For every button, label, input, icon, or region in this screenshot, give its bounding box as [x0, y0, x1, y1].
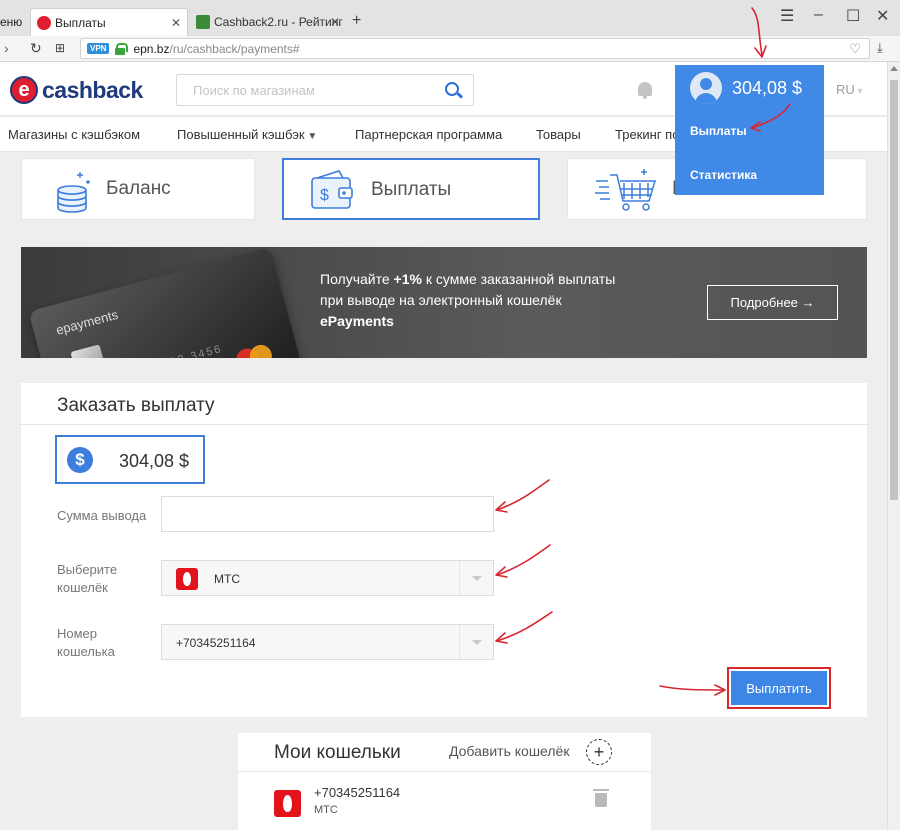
promo-line-3: ePayments	[320, 313, 394, 329]
close-tab-icon[interactable]: ✕	[330, 15, 340, 29]
url-path: /ru/cashback/payments#	[169, 41, 300, 56]
cashback2-favicon-icon	[196, 15, 210, 29]
bell-icon[interactable]	[638, 82, 652, 99]
card-brand: epayments	[54, 306, 120, 338]
store-search	[176, 74, 474, 106]
scrollbar-thumb[interactable]	[890, 80, 898, 500]
nav-item-products[interactable]: Товары	[536, 127, 581, 142]
wallet-number-value: +70345251164	[176, 636, 256, 650]
wallet-number: +70345251164	[314, 785, 401, 800]
card-balance-label: Баланс	[106, 178, 171, 199]
tab-payouts[interactable]: Выплаты ✕	[30, 8, 188, 36]
nav-item-stores[interactable]: Магазины с кэшбэком	[8, 127, 140, 142]
mts-logo-icon	[176, 568, 198, 590]
account-balance[interactable]: 304,08 $	[732, 78, 802, 99]
tab-cashback2[interactable]: Cashback2.ru - Рейтинг л ✕	[192, 8, 344, 36]
card-payouts-label: Выплаты	[371, 179, 452, 200]
promo-banner: epayments 5376 8012 3456 Получайте +1% к…	[21, 247, 867, 358]
logo-mark: e	[10, 76, 38, 104]
svg-text:$: $	[320, 187, 329, 204]
coins-icon	[57, 172, 90, 213]
tab-cashback2-label: Cashback2.ru - Рейтинг л	[214, 15, 344, 29]
language-selector[interactable]: RU	[836, 82, 863, 97]
wallet-select[interactable]: МТС	[161, 560, 494, 596]
vpn-badge[interactable]: VPN	[87, 43, 110, 54]
browser-menu-icon[interactable]: ☰	[780, 6, 794, 26]
wallet-number-select[interactable]: +70345251164	[161, 624, 494, 660]
wallet-list-item: +70345251164 МТС	[238, 777, 651, 830]
chevron-down-icon[interactable]	[459, 561, 493, 595]
card-chip-icon	[70, 344, 106, 358]
logo-text: cashback	[42, 76, 143, 103]
user-avatar-icon[interactable]	[690, 72, 722, 104]
search-icon[interactable]	[445, 82, 459, 96]
bookmark-heart-icon[interactable]: ♡	[849, 41, 861, 57]
menu-item-statistics[interactable]: Статистика	[690, 168, 757, 182]
mts-logo-icon	[274, 790, 301, 817]
url-host: epn.bz	[133, 41, 170, 56]
card-balance[interactable]: Баланс	[21, 158, 255, 220]
browser-tab-bar: еню Выплаты ✕ Cashback2.ru - Рейтинг л ✕…	[0, 0, 900, 36]
payout-balance: 304,08 $	[119, 451, 190, 471]
promo-line-2: при выводе на электронный кошелёк	[320, 292, 562, 308]
payout-panel: Заказать выплату $ 304,08 $ Сумма вывода…	[21, 383, 867, 717]
address-bar: › ↻ ⊞ VPN epn.bz/ru/cashback/payments# ♡…	[0, 36, 900, 62]
add-wallet-link[interactable]: Добавить кошелёк	[449, 743, 569, 759]
scroll-up-icon[interactable]	[890, 66, 898, 71]
tab-previous-label: еню	[0, 15, 23, 29]
page-scrollbar[interactable]	[887, 62, 900, 830]
tab-payouts-label: Выплаты	[55, 15, 106, 30]
more-button[interactable]: Подробнее →	[707, 285, 838, 320]
amount-label: Сумма вывода	[57, 508, 147, 523]
url-field[interactable]: VPN epn.bz/ru/cashback/payments# ♡	[80, 38, 870, 59]
nav-item-tracking[interactable]: Трекинг по	[615, 127, 675, 142]
wallet-label: Выберите кошелёк	[57, 562, 118, 595]
chevron-down-icon: ▼	[304, 131, 318, 142]
trash-icon[interactable]	[593, 789, 609, 807]
close-window-icon[interactable]: ✕	[876, 6, 889, 26]
lock-icon[interactable]	[115, 42, 129, 55]
my-wallets-panel: Мои кошельки Добавить кошелёк + +7034525…	[238, 733, 651, 830]
speed-dial-icon[interactable]: ⊞	[55, 41, 65, 55]
pay-button[interactable]: Выплатить	[731, 671, 827, 705]
payout-title: Заказать выплату	[57, 395, 215, 416]
card-payouts[interactable]: $ Выплаты	[282, 158, 540, 220]
download-icon[interactable]: ⤓	[877, 40, 883, 56]
payout-header: Заказать выплату	[21, 383, 867, 425]
cashback-logo[interactable]: e cashback	[10, 76, 143, 104]
payout-balance-box: $ 304,08 $	[55, 435, 205, 484]
menu-item-payouts[interactable]: Выплаты	[690, 124, 747, 138]
search-input[interactable]	[177, 75, 417, 105]
plus-icon[interactable]: +	[586, 739, 612, 765]
tab-previous[interactable]: еню	[0, 8, 28, 36]
promo-line-1: Получайте +1% к сумме заказанной выплаты	[320, 271, 616, 287]
reload-icon[interactable]: ↻	[30, 40, 42, 57]
wallet-select-value: МТС	[214, 572, 240, 586]
promo-text: Получайте +1% к сумме заказанной выплаты…	[320, 269, 615, 332]
amount-field	[161, 496, 494, 532]
wallet-operator: МТС	[314, 804, 338, 816]
forward-icon[interactable]: ›	[4, 40, 9, 56]
card-number: 5376 8012 3456	[117, 343, 224, 358]
new-tab-icon[interactable]: +	[352, 12, 361, 30]
chevron-down-icon[interactable]	[459, 625, 493, 659]
shopping-cart-icon	[595, 169, 657, 211]
nav-item-affiliate[interactable]: Партнерская программа	[355, 127, 502, 142]
nav-item-increased-cashback[interactable]: Повышенный кэшбэк ▼	[177, 127, 317, 142]
amount-input[interactable]	[162, 497, 493, 531]
wallet-number-label: Номер кошелька	[57, 626, 115, 659]
url-text: epn.bz/ru/cashback/payments#	[133, 42, 299, 56]
cashback-favicon-icon	[37, 15, 51, 30]
wallets-title: Мои кошельки	[274, 742, 401, 763]
minimize-icon[interactable]: –	[814, 6, 823, 24]
wallets-header: Мои кошельки Добавить кошелёк +	[238, 733, 651, 772]
credit-card-image: epayments 5376 8012 3456	[28, 247, 304, 358]
account-dropdown: 304,08 $ Выплаты Статистика	[675, 65, 824, 195]
maximize-icon[interactable]: ☐	[846, 6, 860, 26]
nav-item-increased-cashback-label: Повышенный кэшбэк	[177, 127, 305, 142]
mastercard-logo-icon	[233, 342, 276, 358]
wallet-icon: $	[311, 170, 353, 209]
dollar-icon: $	[67, 447, 93, 473]
close-tab-icon[interactable]: ✕	[171, 16, 181, 30]
